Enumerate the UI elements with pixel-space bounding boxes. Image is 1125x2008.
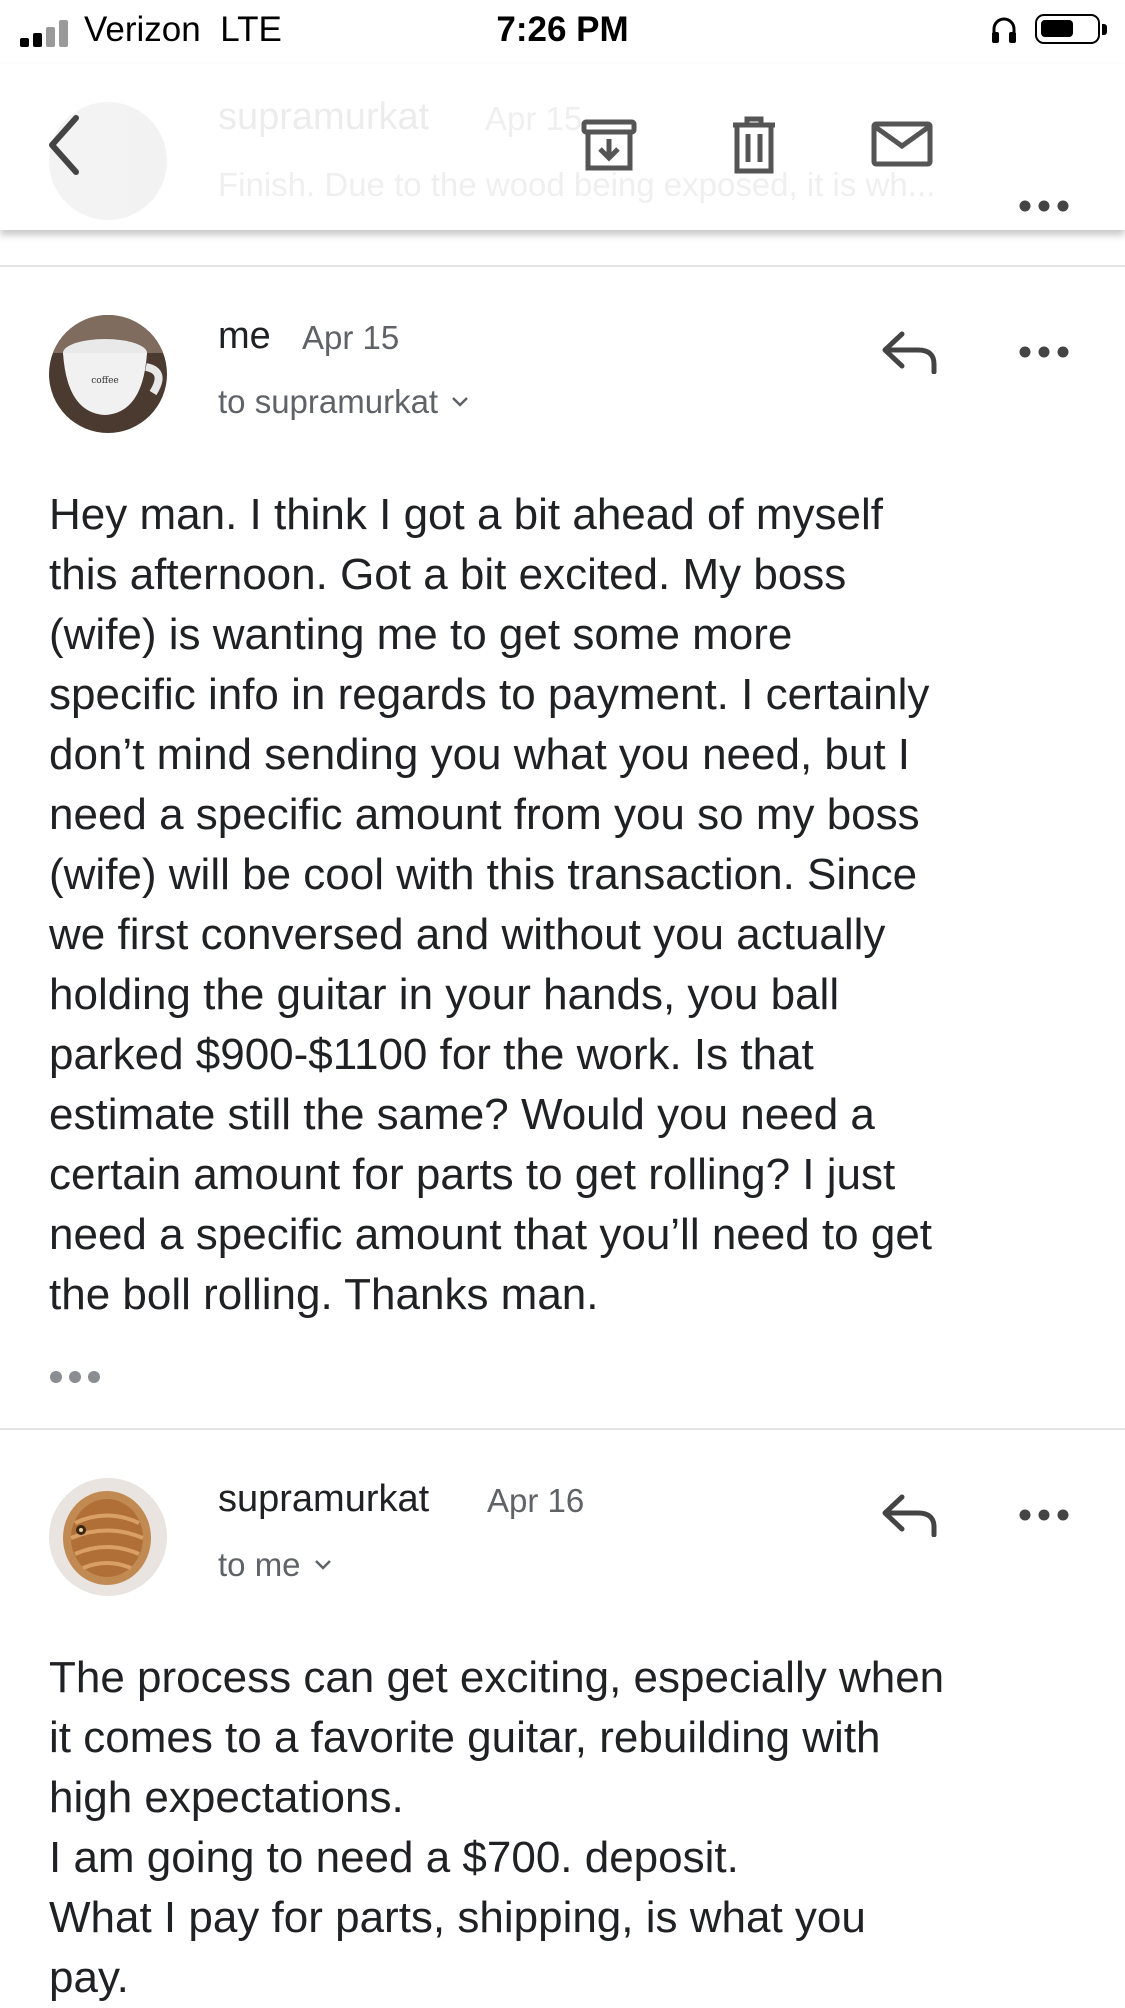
body-line: specific info in regards to payment. I c… xyxy=(49,670,930,719)
body-line: I am going to need a $700. deposit. xyxy=(49,1833,739,1882)
message-date: Apr 16 xyxy=(487,1482,585,1519)
recipient-label: to me xyxy=(218,1546,301,1583)
body-line: don’t mind sending you what you need, bu… xyxy=(49,730,911,779)
body-line: need a specific amount from you so my bo… xyxy=(49,790,920,839)
body-line: it comes to a favorite guitar, rebuildin… xyxy=(49,1713,881,1762)
avatar[interactable] xyxy=(49,1478,167,1596)
battery-icon xyxy=(1035,14,1107,44)
recipient-details[interactable]: to me xyxy=(218,1546,333,1584)
status-bar: Verizon LTE 7:26 PM xyxy=(0,0,1125,64)
message-date: Apr 15 xyxy=(302,319,400,356)
reply-icon[interactable] xyxy=(880,330,940,379)
body-line: the boll rolling. Thanks man. xyxy=(49,1270,599,1319)
status-time: 7:26 PM xyxy=(496,10,629,49)
body-line: certain amount for parts to get rolling?… xyxy=(49,1150,896,1199)
message-more-icon[interactable] xyxy=(1019,345,1069,363)
chevron-down-icon xyxy=(314,1560,331,1570)
body-line: estimate still the same? Would you need … xyxy=(49,1090,875,1139)
mail-icon[interactable] xyxy=(871,121,933,167)
body-line: The process can get exciting, especially… xyxy=(49,1653,945,1702)
archive-icon[interactable] xyxy=(581,117,637,173)
body-line: pay. xyxy=(49,1953,129,2002)
body-line: holding the guitar in your hands, you ba… xyxy=(49,970,840,1019)
message-body: Hey man. I think I got a bit ahead of my… xyxy=(49,485,1109,1325)
body-line: (wife) is wanting me to get some more xyxy=(49,610,793,659)
reply-icon[interactable] xyxy=(880,1493,940,1542)
body-line: need a specific amount that you’ll need … xyxy=(49,1210,933,1259)
header-divider xyxy=(0,265,1125,267)
message-body: The process can get exciting, especially… xyxy=(49,1648,1109,2008)
show-trimmed-content-icon[interactable] xyxy=(49,1370,101,1389)
body-line: we first conversed and without you actua… xyxy=(49,910,886,959)
recipient-details[interactable]: to supramurkat xyxy=(218,383,470,421)
body-line: high expectations. xyxy=(49,1773,404,1822)
chevron-down-icon xyxy=(452,397,468,407)
avatar-mug-text: coffee xyxy=(91,376,119,386)
body-line: this afternoon. Got a bit excited. My bo… xyxy=(49,550,847,599)
body-line: (wife) will be cool with this transactio… xyxy=(49,850,918,899)
body-line: Hey man. I think I got a bit ahead of my… xyxy=(49,490,883,539)
message-toolbar xyxy=(0,64,1125,230)
recipient-label: to supramurkat xyxy=(218,383,439,420)
trash-icon[interactable] xyxy=(731,116,777,174)
headphones-icon xyxy=(989,15,1019,50)
back-icon[interactable] xyxy=(44,114,84,176)
message-divider xyxy=(0,1428,1125,1430)
more-icon[interactable] xyxy=(1019,200,1069,212)
body-line: parked $900-$1100 for the work. Is that xyxy=(49,1030,814,1079)
avatar[interactable]: coffee xyxy=(49,315,167,433)
message-more-icon[interactable] xyxy=(1019,1508,1069,1526)
body-line: What I pay for parts, shipping, is what … xyxy=(49,1893,866,1942)
sender-name: me xyxy=(218,315,271,357)
sender-name: supramurkat xyxy=(218,1478,430,1520)
